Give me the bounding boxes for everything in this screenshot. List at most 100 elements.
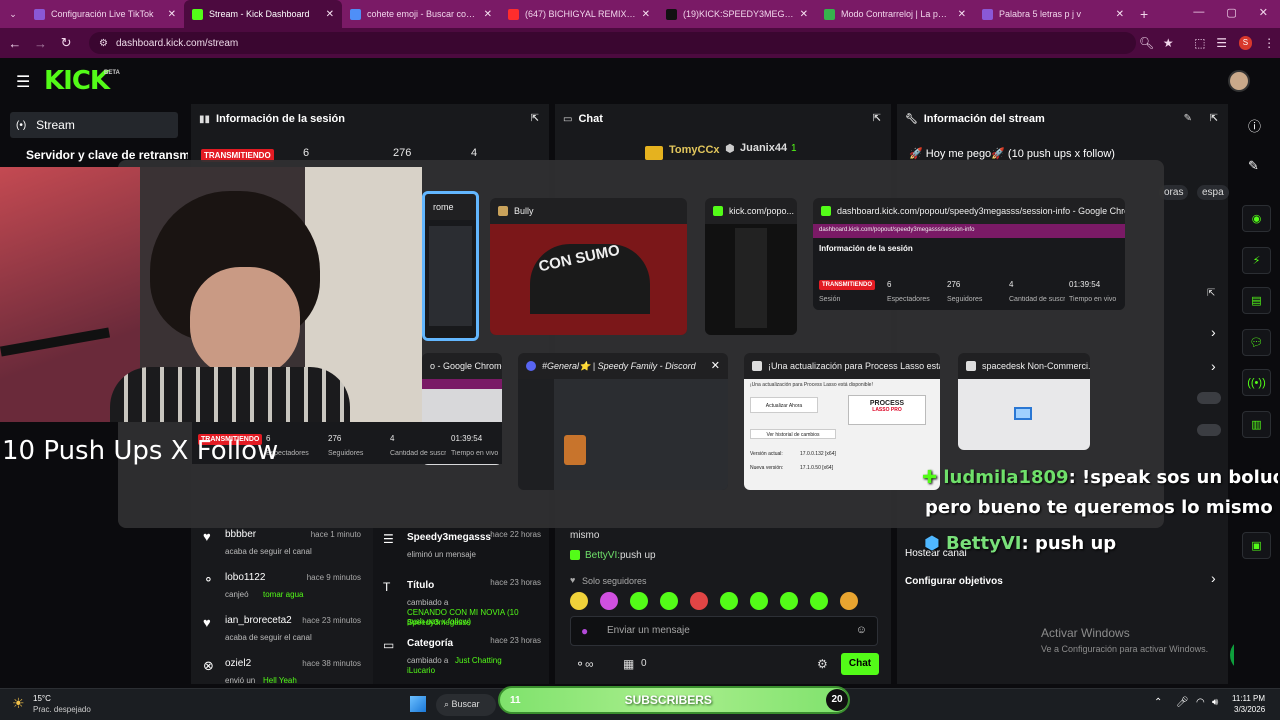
chat-send-button[interactable]: Chat	[841, 653, 879, 675]
broadcast-icon[interactable]: ((•))	[1242, 369, 1271, 396]
browser-tab[interactable]: Configuración Live TikTok ✕	[26, 0, 184, 28]
window-thumb-bully[interactable]: Bully CON SUMO	[490, 198, 687, 335]
taskbar-search[interactable]: ⌕ Buscar	[436, 694, 496, 716]
emote-icon[interactable]	[570, 592, 588, 610]
forward-icon[interactable]: →	[28, 36, 54, 51]
browser-tab[interactable]: cohete emoji - Buscar con Goo ✕	[342, 0, 500, 28]
activity-user[interactable]: bbbber	[225, 529, 256, 540]
minimize-icon[interactable]: —	[1193, 6, 1204, 19]
browser-tab[interactable]: Modo Contrarreloj | La palabra ✕	[816, 0, 974, 28]
mod-log-by[interactable]: Speedy3megasss	[407, 618, 471, 627]
chevron-right-icon[interactable]: ›	[1211, 358, 1216, 374]
popout-icon[interactable]: ⇱	[873, 113, 881, 124]
tab-close-icon[interactable]: ✕	[800, 9, 808, 20]
profile-avatar[interactable]: S	[1238, 36, 1253, 50]
mic-icon[interactable]: ●	[581, 624, 588, 638]
window-thumb-process-lasso[interactable]: ¡Una actualización para Process Lasso es…	[744, 353, 940, 490]
tab-close-icon[interactable]: ✕	[642, 9, 650, 20]
chat-last-user[interactable]: BettyVI:	[585, 550, 620, 561]
activity-user[interactable]: oziel2	[225, 658, 251, 669]
tray-chevron-icon[interactable]: ⌃	[1154, 697, 1162, 708]
info-icon[interactable]: ⓘ	[1248, 116, 1261, 135]
edit-pencil-icon[interactable]: ✎	[1184, 113, 1192, 124]
gift-icon[interactable]: ▦	[623, 657, 634, 671]
clock-date[interactable]: 3/3/2026	[1234, 705, 1265, 714]
clock-time[interactable]: 11:11 PM	[1232, 694, 1265, 703]
chat-bubble-icon[interactable]: 💬︎	[1242, 329, 1271, 356]
sidebar-item-stream[interactable]: (•) Stream	[10, 112, 178, 138]
activity-user[interactable]: lobo1122	[225, 572, 265, 583]
site-info-icon[interactable]: ⚙	[99, 38, 108, 49]
browser-menu-icon[interactable]: ⋮	[1258, 36, 1280, 50]
browser-tab[interactable]: (19)KICK:SPEEDY3MEGASSS (@ ✕	[658, 0, 816, 28]
menu-icon[interactable]: ☰	[16, 72, 30, 92]
emote-icon[interactable]	[660, 592, 678, 610]
tab-close-icon[interactable]: ✕	[1116, 9, 1124, 20]
goals-label[interactable]: Configurar objetivos	[905, 576, 1003, 587]
close-window-icon[interactable]: ✕	[711, 359, 720, 372]
new-tab-icon[interactable]: +	[1140, 6, 1148, 22]
volume-icon[interactable]: 🔊︎	[1212, 697, 1218, 708]
mod-log-by[interactable]: iLucario	[407, 666, 435, 675]
zoom-icon[interactable]: 🔍︎	[1136, 36, 1158, 50]
stack-icon[interactable]: ▥	[1242, 411, 1271, 438]
window-thumb-session-info[interactable]: dashboard.kick.com/popout/speedy3megasss…	[813, 198, 1125, 310]
bookmark-star-icon[interactable]: ★	[1157, 36, 1179, 50]
mic-tray-icon[interactable]: 🎤︎	[1176, 697, 1189, 708]
browser-tab[interactable]: Palabra 5 letras p j v ✕	[974, 0, 1132, 28]
user-avatar[interactable]	[1228, 70, 1250, 92]
reload-icon[interactable]: ↻	[53, 35, 79, 51]
maximize-icon[interactable]: ▢	[1226, 6, 1236, 19]
media-controls-icon[interactable]: ☰	[1211, 36, 1233, 50]
kick-logo[interactable]: KICK	[44, 66, 110, 96]
windows-start-icon[interactable]	[410, 696, 426, 712]
chat-settings-icon[interactable]: ⚙	[817, 657, 828, 671]
mod-log-time: hace 22 horas	[490, 530, 541, 539]
emote-icon[interactable]	[750, 592, 768, 610]
tab-search-icon[interactable]: ⌄	[0, 9, 26, 20]
chevron-right-icon[interactable]: ›	[1211, 570, 1216, 586]
lasso-changelog-button[interactable]: Ver historial de cambios	[750, 429, 836, 439]
app-icon[interactable]: ▣	[1242, 532, 1271, 559]
popout-icon[interactable]: ⇱	[531, 113, 539, 124]
lightning-icon[interactable]: ⚡︎	[1242, 247, 1271, 274]
window-thumb-spacedesk[interactable]: spacedesk Non-Commerci...	[958, 353, 1090, 450]
tab-close-icon[interactable]: ✕	[168, 9, 176, 20]
window-thumb-discord[interactable]: #General⭐ | Speedy Family - Discord ✕	[518, 353, 728, 490]
toggle-switch[interactable]	[1197, 392, 1221, 404]
tab-close-icon[interactable]: ✕	[484, 9, 492, 20]
emote-icon[interactable]	[840, 592, 858, 610]
document-icon[interactable]: ▤	[1242, 287, 1271, 314]
tag-chip[interactable]: espa	[1197, 185, 1229, 200]
browser-tab[interactable]: (647) BICHIGYAL REMIX - PRIZ ✕	[500, 0, 658, 28]
back-icon[interactable]: ←	[2, 36, 28, 51]
tab-close-icon[interactable]: ✕	[958, 9, 966, 20]
popout-icon[interactable]: ⇱	[1207, 288, 1215, 299]
emote-icon[interactable]	[690, 592, 708, 610]
chat-top-user-2[interactable]: Juanix44	[740, 142, 787, 154]
emote-icon[interactable]	[720, 592, 738, 610]
window-thumb-kick-popout[interactable]: kick.com/popo...	[705, 198, 797, 335]
chat-top-user-1[interactable]: TomyCCx	[669, 144, 720, 156]
url-field[interactable]: ⚙ dashboard.kick.com/stream	[89, 32, 1136, 54]
weather-icon[interactable]: ☀	[12, 695, 25, 712]
emote-icon[interactable]	[600, 592, 618, 610]
wifi-icon[interactable]: ◠	[1196, 697, 1205, 708]
camera-icon[interactable]: ◉	[1242, 205, 1271, 232]
browser-tab[interactable]: Stream - Kick Dashboard ✕	[184, 0, 342, 28]
edit-icon[interactable]: ✎	[1248, 158, 1259, 174]
emoji-picker-icon[interactable]: ☺	[856, 624, 867, 636]
activity-user[interactable]: ian_broreceta2	[225, 615, 292, 626]
popout-icon[interactable]: ⇱	[1210, 113, 1218, 124]
emote-icon[interactable]	[810, 592, 828, 610]
emote-icon[interactable]	[780, 592, 798, 610]
toggle-switch[interactable]	[1197, 424, 1221, 436]
lasso-update-button[interactable]: Actualizar Ahora	[750, 397, 818, 413]
tab-close-icon[interactable]: ✕	[326, 9, 334, 20]
emote-icon[interactable]	[630, 592, 648, 610]
window-thumb-chrome[interactable]: rome	[422, 191, 479, 341]
extensions-icon[interactable]: ⬚	[1189, 36, 1211, 50]
chevron-right-icon[interactable]: ›	[1211, 324, 1216, 340]
chat-input[interactable]: ● Enviar un mensaje ☺	[570, 616, 878, 646]
close-icon[interactable]: ✕	[1259, 6, 1268, 19]
